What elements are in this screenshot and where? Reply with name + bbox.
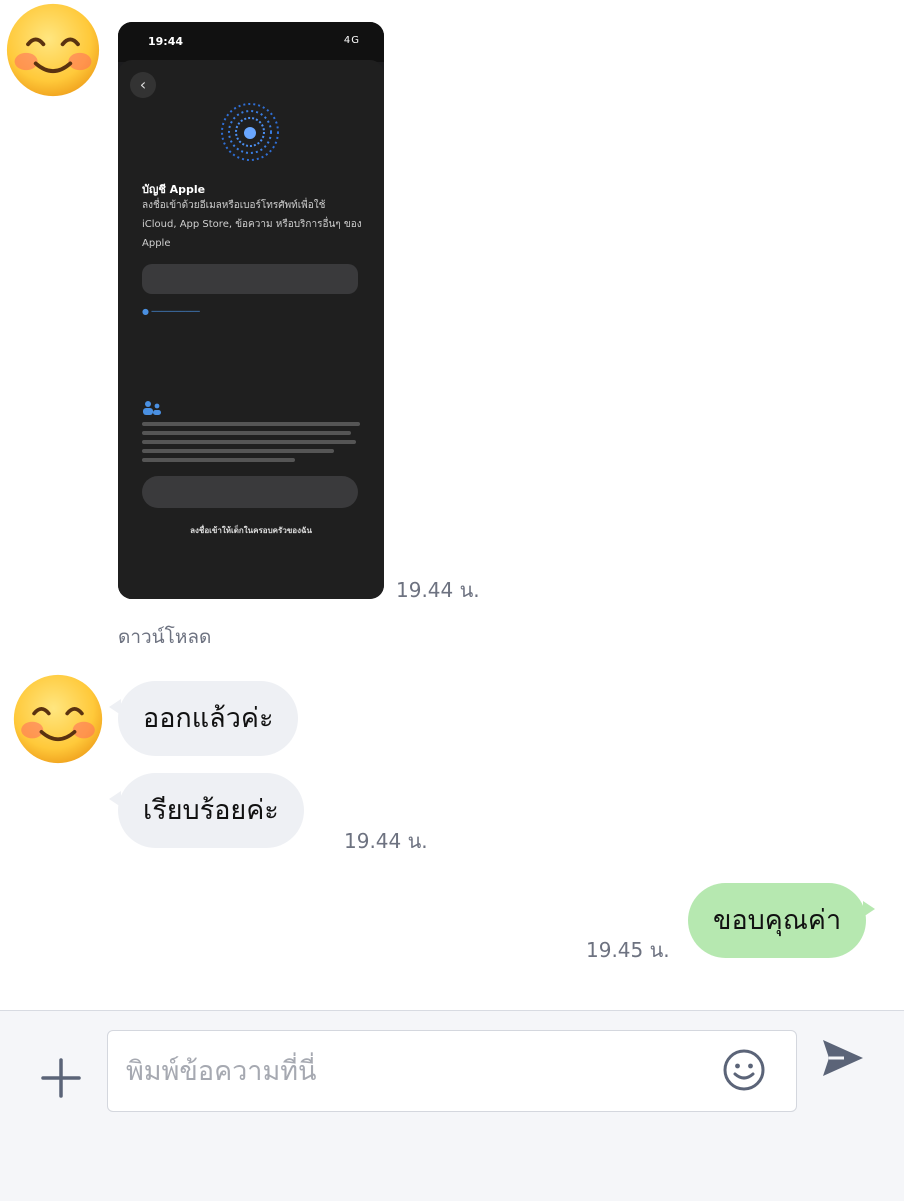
message-timestamp: 19.44 น. (396, 578, 480, 602)
signal-indicator: 4G (343, 35, 360, 46)
smiling-face-icon (6, 3, 100, 97)
send-icon[interactable] (820, 1036, 866, 1080)
apple-logo-ring-icon (221, 103, 279, 161)
outgoing-message-bubble[interactable]: ขอบคุณค่า (688, 883, 876, 958)
people-icon (143, 401, 161, 415)
message-input-box (107, 1030, 797, 1112)
info-link: ● ────────── (142, 307, 200, 316)
back-chevron-icon: ‹ (130, 72, 156, 98)
message-text: เรียบร้อยค่ะ (143, 795, 279, 826)
message-input[interactable] (124, 1045, 708, 1097)
continue-button (142, 476, 358, 508)
message-composer (0, 1010, 904, 1201)
privacy-text (142, 422, 360, 467)
incoming-message-bubble[interactable]: เรียบร้อยค่ะ (109, 773, 304, 848)
message-timestamp: 19.45 น. (586, 938, 670, 962)
chat-area: 19:44 4G ‹ บัญชี Apple ลงชื่อเข้าด้วยอีเ… (0, 0, 904, 1010)
status-bar: 19:44 4G (118, 22, 384, 62)
incoming-message-bubble[interactable]: ออกแล้วค่ะ (108, 681, 299, 756)
status-time: 19:44 (148, 35, 184, 48)
plus-icon[interactable] (40, 1057, 82, 1099)
family-sign-in-link: ลงชื่อเข้าให้เด็กในครอบครัวของฉัน (190, 526, 312, 535)
smiling-face-icon (13, 674, 103, 764)
emoji-icon[interactable] (722, 1048, 766, 1092)
download-link[interactable]: ดาวน์โหลด (118, 622, 211, 652)
message-timestamp: 19.44 น. (344, 829, 428, 853)
sender-avatar[interactable] (12, 673, 104, 765)
sheet-description: ลงชื่อเข้าด้วยอีเมลหรือเบอร์โทรศัพท์เพื่… (142, 200, 362, 249)
sender-avatar[interactable] (5, 2, 101, 98)
image-message[interactable]: 19:44 4G ‹ บัญชี Apple ลงชื่อเข้าด้วยอีเ… (118, 22, 384, 599)
message-text: ขอบคุณค่า (713, 905, 842, 936)
message-text: ออกแล้วค่ะ (143, 703, 274, 734)
email-field (142, 264, 358, 294)
